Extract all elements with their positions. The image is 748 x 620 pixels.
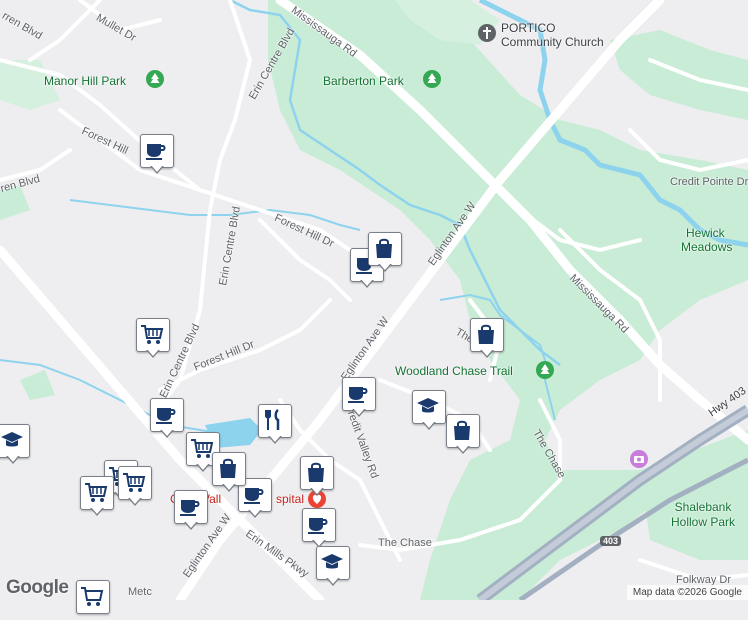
restaurant-marker[interactable] <box>258 404 292 444</box>
park-pin-woodland-chase[interactable] <box>536 361 554 379</box>
store-marker[interactable] <box>446 414 480 454</box>
coffee-marker[interactable] <box>140 134 174 174</box>
graduation-cap-icon <box>321 554 343 569</box>
coffee-cup-icon <box>308 518 328 534</box>
park-pin-barberton[interactable] <box>423 70 441 88</box>
coffee-cup-icon <box>146 144 166 160</box>
school-marker[interactable] <box>412 390 446 430</box>
google-logo: Google <box>6 577 69 598</box>
shopping-cart-icon <box>85 483 108 502</box>
shopping-bag-icon <box>376 238 392 258</box>
store-marker[interactable] <box>470 318 504 358</box>
park-pin-manor-hill[interactable] <box>146 70 164 88</box>
school-marker[interactable] <box>316 546 350 586</box>
coffee-marker[interactable] <box>174 490 208 530</box>
coffee-cup-icon <box>180 500 200 516</box>
coffee-cup-icon <box>156 408 176 424</box>
shopping-bag-icon <box>308 462 324 482</box>
coffee-marker[interactable] <box>150 398 184 438</box>
highway-shield-403: 403 <box>600 536 622 546</box>
shopping-bag-icon <box>478 324 494 344</box>
shopping-cart-icon <box>191 439 214 458</box>
shopping-cart-icon <box>81 587 104 606</box>
coffee-marker[interactable] <box>342 377 376 417</box>
school-marker[interactable] <box>0 424 30 464</box>
store-marker[interactable] <box>212 452 246 492</box>
shopping-cart-icon <box>123 473 146 492</box>
coffee-cup-icon <box>348 387 368 403</box>
grocery-marker[interactable] <box>118 466 152 506</box>
church-pin-portico[interactable] <box>478 24 496 42</box>
grocery-marker[interactable] <box>136 318 170 358</box>
shopping-bag-icon <box>220 458 236 478</box>
fork-knife-icon <box>265 408 280 430</box>
shopping-cart-icon <box>141 325 164 344</box>
coffee-marker[interactable] <box>302 508 336 548</box>
grocery-marker[interactable] <box>80 476 114 516</box>
store-marker[interactable] <box>368 232 402 272</box>
map-attribution: Map data ©2026 Google <box>626 585 748 600</box>
grocery-marker[interactable] <box>76 580 110 620</box>
graduation-cap-icon <box>1 432 23 447</box>
store-marker[interactable] <box>300 456 334 496</box>
graduation-cap-icon <box>417 398 439 413</box>
shopping-bag-icon <box>454 420 470 440</box>
photo-pin-shalebank[interactable] <box>630 450 648 468</box>
